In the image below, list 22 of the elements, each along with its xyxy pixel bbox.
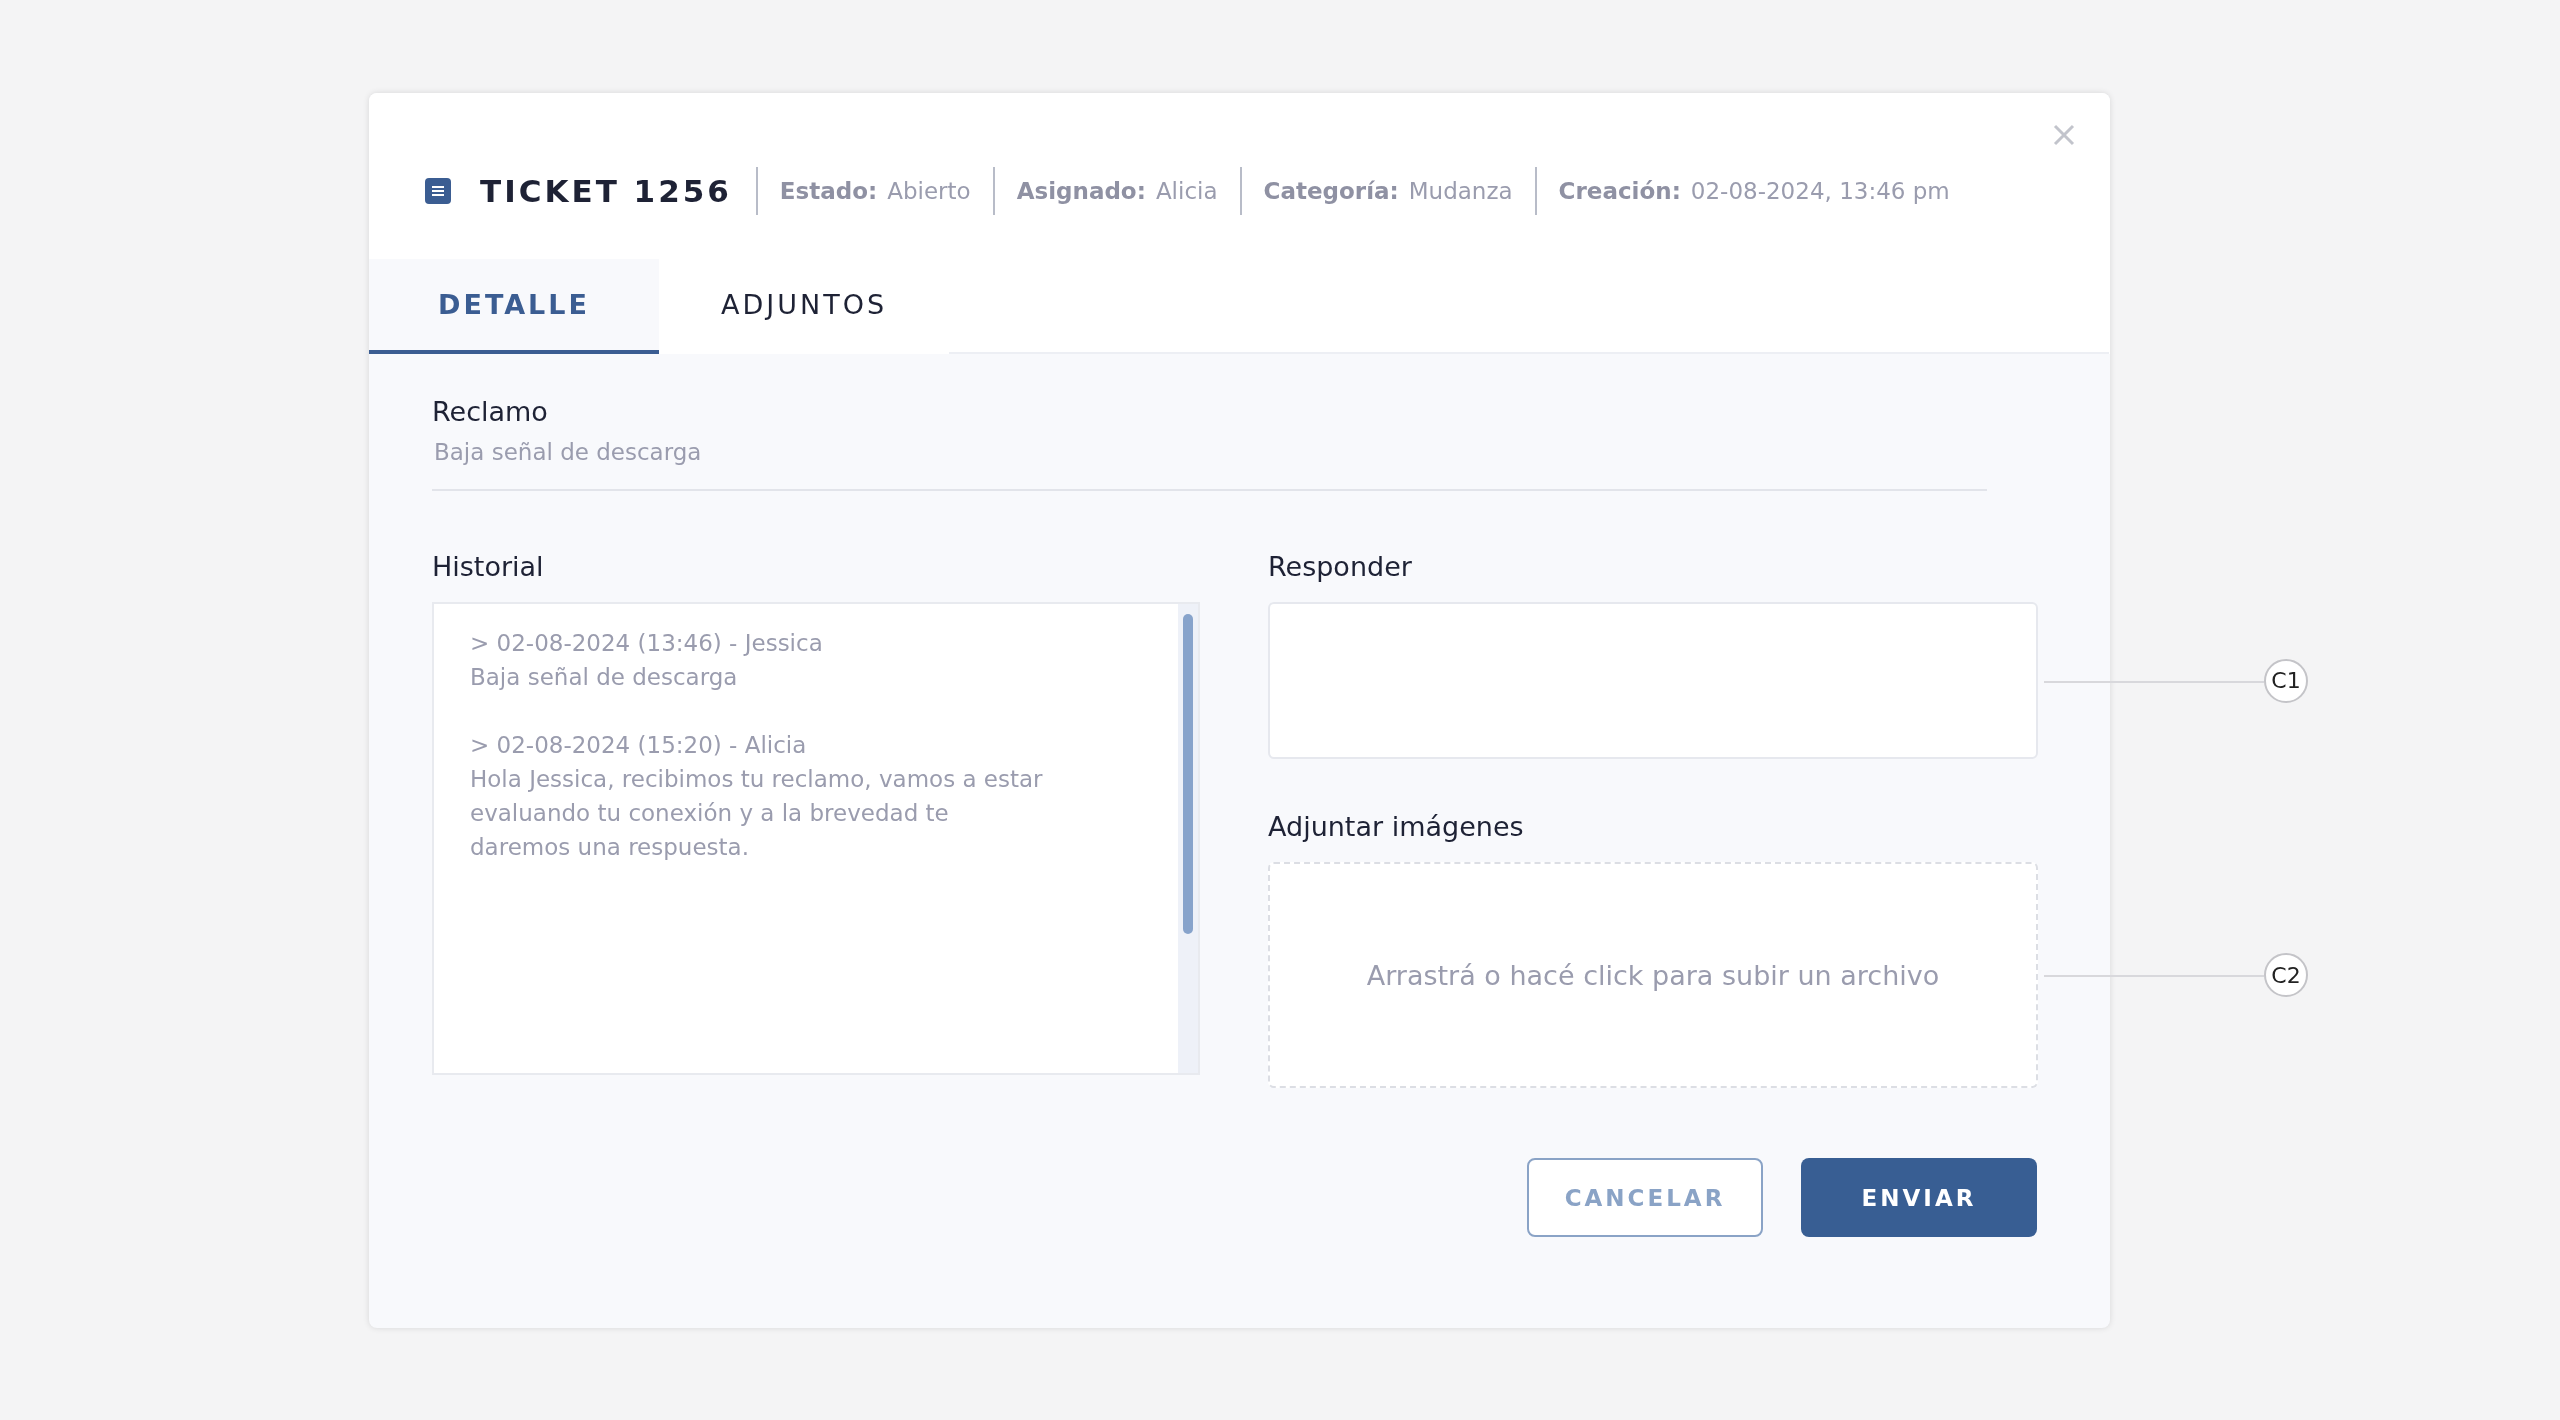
claim-label: Reclamo — [432, 396, 549, 427]
ticket-meta: Asignado: Alicia — [992, 167, 1240, 215]
attach-label: Adjuntar imágenes — [1268, 811, 1525, 842]
history-heading: > 02-08-2024 (13:46) - Jessica — [470, 629, 824, 658]
document-icon — [425, 178, 451, 204]
scrollbar[interactable] — [1178, 604, 1198, 1073]
tab[interactable]: DETALLE — [369, 259, 659, 354]
history-message: Hola Jessica, recibimos tu reclamo, vamos a estar evaluando tu conexión y a la brevedad te daremos una respuesta. — [470, 765, 1044, 862]
history-heading: > 02-08-2024 (15:20) - Alicia — [470, 731, 808, 760]
claim-value: Baja señal de descarga — [433, 439, 703, 465]
history-message: Baja señal de descarga — [470, 663, 739, 692]
ticket-title: TICKET 1256 — [480, 173, 732, 209]
reply-field[interactable] — [1268, 602, 2038, 759]
callout-marker: C2 — [2264, 953, 2308, 997]
close-icon[interactable] — [2052, 123, 2076, 147]
ticket-meta: Categoría: Mudanza — [1239, 167, 1535, 215]
history-label: Historial — [432, 551, 545, 582]
ticket-meta: Creación: 02-08-2024, 13:46 pm — [1534, 167, 1972, 215]
callout-marker: C1 — [2264, 658, 2308, 703]
ticket-meta: Estado: Abierto — [755, 167, 993, 215]
send-button[interactable]: ENVIAR — [1801, 1158, 2037, 1237]
reply-label: Responder — [1268, 551, 1413, 582]
